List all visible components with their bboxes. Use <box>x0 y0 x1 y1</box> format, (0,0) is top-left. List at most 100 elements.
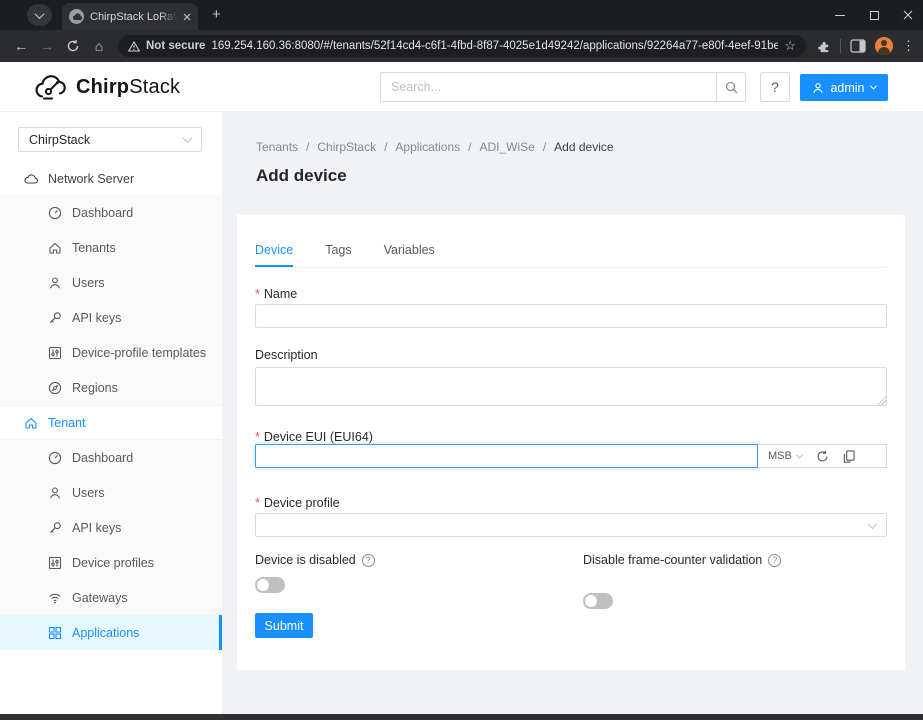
maximize-button[interactable] <box>869 10 879 20</box>
sidebar-item-ns-regions[interactable]: Regions <box>0 370 222 405</box>
tab-close-icon[interactable] <box>183 13 191 21</box>
browser-profile-avatar[interactable] <box>875 37 893 55</box>
sidebar-menu: Network Server Dashboard Tenants Users A… <box>0 163 222 650</box>
reload-icon[interactable] <box>60 39 86 53</box>
search-button[interactable] <box>716 72 746 102</box>
wifi-icon <box>48 591 62 605</box>
control-icon <box>48 556 62 570</box>
sidebar-item-tenant-device-profiles[interactable]: Device profiles <box>0 545 222 580</box>
new-tab-button[interactable]: + <box>212 7 221 23</box>
chirpstack-cloud-icon <box>34 74 68 100</box>
frame-counter-label: Disable frame-counter validation ? <box>583 553 781 567</box>
address-bar[interactable]: Not secure 169.254.160.36:8080/#/tenants… <box>118 35 806 57</box>
breadcrumb-adi-wise[interactable]: ADI_WiSe <box>479 140 534 154</box>
side-panel-icon[interactable] <box>850 39 866 53</box>
user-icon <box>48 276 62 290</box>
submit-button[interactable]: Submit <box>255 613 313 638</box>
sidebar-item-label: Gateways <box>72 591 128 605</box>
window-controls <box>835 0 913 30</box>
tab-device[interactable]: Device <box>255 243 293 267</box>
sidebar-item-ns-tenants[interactable]: Tenants <box>0 230 222 265</box>
sidebar-item-tenant-dashboard[interactable]: Dashboard <box>0 440 222 475</box>
description-textarea[interactable] <box>255 367 887 406</box>
browser-tab[interactable]: ChirpStack LoRaWAN® Netwo <box>62 3 198 30</box>
url-text[interactable]: 169.254.160.36:8080/#/tenants/52f14cd4-c… <box>211 40 778 52</box>
toolbar-actions: ⋮ <box>816 37 915 55</box>
back-icon[interactable]: ← <box>8 38 34 54</box>
required-mark: * <box>255 287 260 301</box>
breadcrumb-tenants[interactable]: Tenants <box>256 140 298 154</box>
extensions-icon[interactable] <box>816 39 831 54</box>
breadcrumb: Tenants / ChirpStack / Applications / AD… <box>256 140 614 154</box>
tenant-select[interactable]: ChirpStack <box>18 127 202 152</box>
breadcrumb-separator: / <box>468 140 471 154</box>
sidebar-item-label: Users <box>72 276 105 290</box>
breadcrumb-chirpstack[interactable]: ChirpStack <box>317 140 376 154</box>
browser-tab-strip: ChirpStack LoRaWAN® Netwo + <box>0 0 923 30</box>
user-icon <box>812 82 824 94</box>
sidebar-item-tenant-applications[interactable]: Applications <box>0 615 222 650</box>
security-label[interactable]: Not secure <box>146 40 205 52</box>
sidebar-item-tenant-api-keys[interactable]: API keys <box>0 510 222 545</box>
sidebar-item-label: Applications <box>72 626 139 640</box>
forward-icon[interactable]: → <box>34 38 60 54</box>
home-icon[interactable]: ⌂ <box>86 38 112 54</box>
question-circle-icon[interactable]: ? <box>768 554 781 567</box>
sidebar-item-label: API keys <box>72 311 121 325</box>
question-circle-icon[interactable]: ? <box>362 554 375 567</box>
bottom-edge <box>0 714 923 720</box>
chevron-down-icon <box>183 133 193 143</box>
bookmark-star-icon[interactable]: ☆ <box>784 38 796 54</box>
sidebar: ChirpStack Network Server Dashboard Tena… <box>0 112 222 714</box>
toolbar-separator <box>840 39 841 53</box>
chirpstack-logo: ChirpStack <box>34 62 180 112</box>
sidebar-item-ns-api-keys[interactable]: API keys <box>0 300 222 335</box>
copy-icon[interactable] <box>843 450 855 463</box>
admin-user-button[interactable]: admin <box>800 74 888 101</box>
required-mark: * <box>255 496 260 510</box>
frame-counter-toggle[interactable] <box>583 593 613 609</box>
name-input[interactable] <box>255 304 887 328</box>
search-input[interactable] <box>380 72 716 102</box>
close-button[interactable] <box>903 10 913 20</box>
generate-random-icon[interactable] <box>816 450 829 463</box>
byte-order-dropdown[interactable]: MSB <box>768 450 802 462</box>
tab-tags[interactable]: Tags <box>325 243 351 267</box>
minimize-button[interactable] <box>835 10 845 20</box>
cloud-icon <box>24 172 38 186</box>
page-title: Add device <box>256 166 347 186</box>
textarea-resize-handle[interactable] <box>877 396 886 405</box>
sidebar-item-label: Device profiles <box>72 556 154 570</box>
dev-eui-input[interactable] <box>255 444 758 468</box>
admin-label: admin <box>830 81 864 95</box>
sidebar-item-label: Tenants <box>72 241 116 255</box>
device-profile-field-label: *Device profile <box>255 494 340 512</box>
sidebar-item-tenant-users[interactable]: Users <box>0 475 222 510</box>
sidebar-item-ns-users[interactable]: Users <box>0 265 222 300</box>
warning-icon <box>128 41 140 52</box>
submit-label: Submit <box>265 619 304 633</box>
sidebar-item-label: Dashboard <box>72 451 133 465</box>
global-search <box>380 72 746 102</box>
device-profile-select[interactable] <box>255 513 887 537</box>
sidebar-group-label: Tenant <box>48 416 86 430</box>
dashboard-icon <box>48 451 62 465</box>
help-button[interactable]: ? <box>760 72 790 102</box>
sidebar-group-tenant[interactable]: Tenant <box>0 405 222 440</box>
tab-variables[interactable]: Variables <box>384 243 435 267</box>
sidebar-item-ns-device-profile-templates[interactable]: Device-profile templates <box>0 335 222 370</box>
breadcrumb-applications[interactable]: Applications <box>395 140 460 154</box>
compass-icon <box>48 381 62 395</box>
device-disabled-toggle[interactable] <box>255 577 285 593</box>
breadcrumb-separator: / <box>543 140 546 154</box>
browser-menu-icon[interactable]: ⋮ <box>902 38 915 54</box>
sidebar-item-label: Users <box>72 486 105 500</box>
sidebar-item-label: Regions <box>72 381 118 395</box>
sidebar-item-tenant-gateways[interactable]: Gateways <box>0 580 222 615</box>
chirpstack-favicon-icon <box>69 9 84 24</box>
tab-search-button[interactable] <box>27 4 52 26</box>
sidebar-group-network-server[interactable]: Network Server <box>0 163 222 195</box>
sidebar-item-ns-dashboard[interactable]: Dashboard <box>0 195 222 230</box>
breadcrumb-separator: / <box>384 140 387 154</box>
help-label: ? <box>771 79 779 95</box>
